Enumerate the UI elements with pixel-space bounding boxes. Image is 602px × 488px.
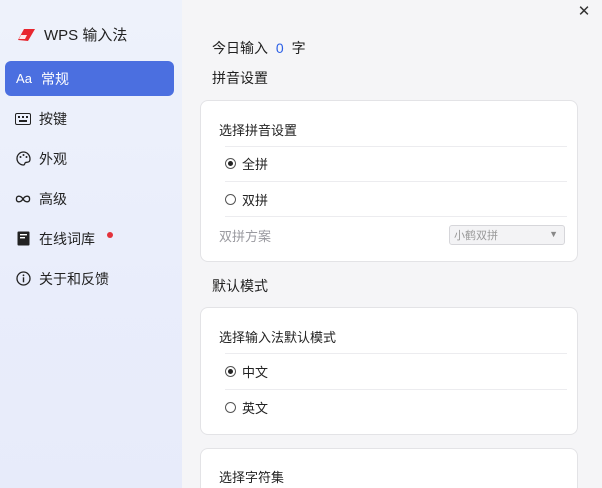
radio-full-pinyin[interactable]: 全拼	[225, 154, 268, 173]
sidebar-item-label: 外观	[39, 150, 67, 167]
book-icon	[15, 231, 31, 247]
radio-chinese[interactable]: 中文	[225, 362, 268, 381]
today-prefix: 今日输入	[212, 40, 268, 56]
radio-selected-icon[interactable]	[225, 158, 236, 169]
info-icon	[15, 271, 31, 287]
radio-unselected-icon[interactable]	[225, 194, 236, 205]
default-mode-card-title: 选择输入法默认模式	[219, 330, 337, 345]
divider	[225, 389, 567, 390]
radio-unselected-icon[interactable]	[225, 402, 236, 413]
shuangpin-label-text: 双拼方案	[219, 229, 272, 244]
divider	[225, 146, 567, 147]
notification-dot	[107, 231, 113, 238]
charset-card-title: 选择字符集	[219, 470, 285, 485]
sidebar-item-label: 在线词库	[39, 230, 95, 247]
sidebar-item-general[interactable]: Aa 常规	[5, 61, 174, 96]
radio-label: 全拼	[242, 157, 269, 172]
sidebar-item-label: 常规	[41, 70, 69, 87]
divider	[225, 181, 567, 182]
default-mode-section-title: 默认模式	[212, 278, 268, 294]
sidebar-item-advanced[interactable]: 高级	[5, 181, 174, 216]
default-mode-card: 选择输入法默认模式 中文 英文	[200, 307, 578, 435]
chevron-down-icon: ▼	[549, 229, 558, 239]
select-value: 小鹤双拼	[454, 230, 498, 242]
sidebar-item-label: 按键	[39, 110, 67, 127]
sidebar-item-about-feedback[interactable]: 关于和反馈	[5, 261, 174, 296]
text-aa-icon: Aa	[16, 71, 32, 86]
charset-card: 选择字符集	[200, 448, 578, 488]
pinyin-card-title: 选择拼音设置	[219, 123, 298, 138]
radio-double-pinyin[interactable]: 双拼	[225, 190, 268, 209]
infinity-icon	[15, 191, 31, 207]
sidebar: WPS 输入法 Aa 常规 按键 外观 高级 在线词库 关于和反馈	[0, 0, 182, 488]
radio-selected-icon[interactable]	[225, 366, 236, 377]
pinyin-section-title: 拼音设置	[212, 70, 268, 86]
sidebar-item-label: 关于和反馈	[39, 270, 109, 287]
sidebar-item-online-dictionary[interactable]: 在线词库	[5, 221, 174, 256]
keyboard-icon	[15, 111, 31, 127]
sidebar-item-appearance[interactable]: 外观	[5, 141, 174, 176]
radio-english[interactable]: 英文	[225, 398, 268, 417]
app-name: WPS 输入法	[44, 27, 128, 44]
divider	[225, 216, 567, 217]
today-input-count: 今日输入 0 字	[212, 38, 306, 58]
main-panel: 今日输入 0 字 拼音设置 选择拼音设置 全拼 双拼 双拼方案 小鹤双拼 ▼ 默…	[182, 0, 602, 488]
radio-label: 英文	[242, 401, 269, 416]
palette-icon	[15, 151, 31, 167]
today-suffix: 字	[291, 40, 306, 56]
pinyin-settings-card: 选择拼音设置 全拼 双拼 双拼方案 小鹤双拼 ▼	[200, 100, 578, 262]
radio-label: 双拼	[242, 193, 269, 208]
brand: WPS 输入法	[16, 24, 127, 45]
divider	[225, 353, 567, 354]
sidebar-item-label: 高级	[39, 190, 67, 207]
sidebar-nav: Aa 常规 按键 外观 高级 在线词库 关于和反馈	[5, 61, 174, 301]
wps-logo-icon	[16, 27, 36, 43]
shuangpin-scheme-label: 双拼方案	[219, 226, 271, 245]
radio-label: 中文	[242, 365, 269, 380]
shuangpin-scheme-select[interactable]: 小鹤双拼 ▼	[449, 225, 565, 245]
today-count: 0	[275, 40, 284, 56]
sidebar-item-keys[interactable]: 按键	[5, 101, 174, 136]
